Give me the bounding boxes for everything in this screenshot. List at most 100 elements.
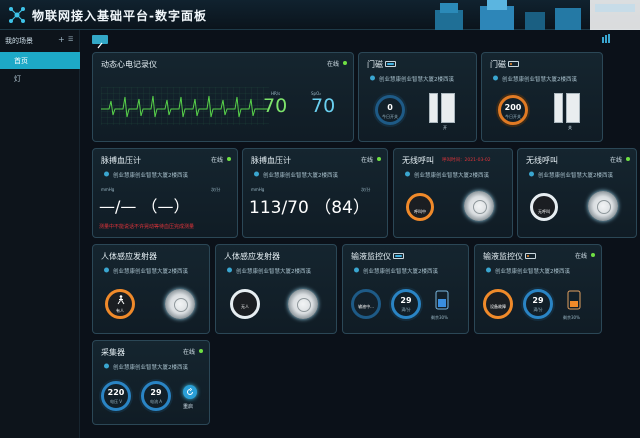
infusion-status-ring: 输液中...	[351, 289, 381, 319]
iv-bag-icon	[435, 290, 449, 310]
call-status-label: 呼叫中	[414, 209, 426, 214]
sidebar-item-home[interactable]: 首页	[0, 52, 80, 69]
card-blood-pressure-1[interactable]: 脉搏血压计 在线 创业慧康创业智慧大厦2楼西溪 mmHg 次/分 —/— （—）…	[92, 148, 238, 238]
card-motion-sensor-1[interactable]: 人体感应发射器 创业慧康创业智慧大厦2楼西溪 有人	[92, 244, 210, 334]
door-sensor-illustration	[429, 93, 438, 123]
call-status-ring: 无呼叫	[530, 193, 558, 221]
open-count-ring: 200 今日开关	[498, 95, 528, 125]
unit-mmhg: mmHg	[101, 187, 115, 192]
status-text: 在线	[210, 157, 223, 164]
edit-button[interactable]	[92, 35, 108, 49]
card-infusion-monitor-1[interactable]: 输液监控仪 创业慧康创业智慧大厦2楼西溪 输液中... 29 滴/分 剩余30%	[342, 244, 469, 334]
battery-level	[387, 63, 394, 65]
toolbar	[92, 34, 640, 49]
location-text: 创业慧康创业智慧大厦2楼西溪	[379, 77, 455, 83]
card-title: 门磁	[367, 60, 383, 69]
battery-icon	[385, 61, 396, 67]
call-alert-text: 呼叫时间：2021-03-02	[442, 158, 491, 163]
card-infusion-monitor-2[interactable]: 输液监控仪 在线 创业慧康创业智慧大厦2楼西溪 设备故障 29 滴/分 剩余30…	[474, 244, 602, 334]
door-sensor-illustration	[554, 93, 563, 123]
drip-rate: 29	[532, 296, 544, 305]
location-icon	[354, 267, 359, 273]
drip-unit: 滴/分	[401, 307, 411, 312]
sidebar-title: 我的场景	[5, 37, 33, 45]
status-text: 在线	[326, 61, 339, 68]
location-icon	[254, 171, 259, 177]
location-text: 创业慧康创业智慧大厦2楼西溪	[495, 269, 571, 275]
location-text: 创业慧康创业智慧大厦2楼西溪	[414, 173, 490, 179]
card-door-sensor-1[interactable]: 门磁 创业慧康创业智慧大厦2楼西溪 0 今日开关 开	[358, 52, 477, 142]
card-title: 输液监控仪	[483, 252, 523, 261]
app-header: 物联网接入基础平台-数字面板	[0, 0, 640, 30]
card-title: 输液监控仪	[351, 252, 391, 261]
status-text: 在线	[609, 157, 622, 164]
presence-label: 有人	[116, 308, 124, 313]
location-icon	[370, 75, 375, 81]
card-title: 脉搏血压计	[251, 156, 291, 165]
location-text: 创业慧康创业智慧大厦2楼西溪	[363, 269, 439, 275]
door-sensor-illustration	[441, 93, 455, 123]
layout-grid-icon[interactable]	[602, 34, 611, 43]
infusion-status-ring: 设备故障	[483, 289, 513, 319]
restart-button[interactable]	[183, 385, 197, 399]
location-text: 创业慧康创业智慧大厦2楼西溪	[113, 173, 189, 179]
motion-sensor-illustration	[288, 289, 318, 319]
open-count-ring: 0 今日开关	[375, 95, 405, 125]
presence-ring: 有人	[105, 289, 135, 319]
call-status-ring: 呼叫中	[406, 193, 434, 221]
unit-mmhg: mmHg	[251, 187, 265, 192]
battery-level	[510, 63, 512, 65]
location-icon	[493, 75, 498, 81]
menu-icon[interactable]: ☰	[68, 36, 73, 43]
card-motion-sensor-2[interactable]: 人体感应发射器 创业慧康创业智慧大厦2楼西溪 无人	[215, 244, 337, 334]
location-text: 创业慧康创业智慧大厦2楼西溪	[538, 173, 614, 179]
card-door-sensor-2[interactable]: 门磁 创业慧康创业智慧大厦2楼西溪 200 今日开关 关	[481, 52, 603, 142]
battery-icon	[525, 253, 536, 259]
door-sensor-illustration	[566, 93, 580, 123]
card-title: 人体感应发射器	[101, 252, 157, 261]
header-city-illustration	[435, 0, 640, 30]
sidebar-header: 我的场景 + ☰	[0, 34, 80, 50]
online-dot	[591, 253, 595, 257]
card-title: 采集器	[101, 348, 125, 357]
card-title: 门磁	[490, 60, 506, 69]
spo2-value: 70	[311, 95, 336, 117]
card-title: 动态心电记录仪	[101, 60, 157, 69]
battery-level	[527, 255, 529, 257]
sidebar: 我的场景 + ☰ 首页 灯	[0, 30, 80, 438]
card-ecg[interactable]: 动态心电记录仪 在线 HR/s 70 SpO₂ 70	[92, 52, 354, 142]
location-text: 创业慧康创业智慧大厦2楼西溪	[113, 269, 189, 275]
location-icon	[486, 267, 491, 273]
app-title: 物联网接入基础平台-数字面板	[32, 9, 207, 23]
card-collector[interactable]: 采集器 在线 创业慧康创业智慧大厦2楼西溪 220 电压 V 29 电流 A 重…	[92, 340, 210, 425]
call-button-illustration	[464, 191, 494, 221]
online-dot	[227, 157, 231, 161]
hr-value: 70	[263, 95, 288, 117]
battery-icon	[393, 253, 404, 259]
card-blood-pressure-2[interactable]: 脉搏血压计 在线 创业慧康创业智慧大厦2楼西溪 mmHg 次/分 113/70 …	[242, 148, 388, 238]
call-status-label: 无呼叫	[538, 209, 550, 214]
ring-label: 今日开关	[505, 114, 521, 119]
add-scene-button[interactable]: +	[58, 35, 65, 44]
sidebar-item-light[interactable]: 灯	[0, 70, 80, 87]
motion-sensor-illustration	[165, 289, 195, 319]
card-wireless-call-1[interactable]: 无线呼叫 呼叫时间：2021-03-02 创业慧康创业智慧大厦2楼西溪 呼叫中	[393, 148, 513, 238]
card-title: 脉搏血压计	[101, 156, 141, 165]
status-text: 在线	[182, 349, 195, 356]
bp-value: 113/70 （84）	[249, 198, 370, 218]
ring-value: 0	[387, 103, 393, 112]
location-icon	[104, 171, 109, 177]
drip-rate-ring: 29 滴/分	[523, 289, 553, 319]
infusion-status-label: 输液中...	[358, 304, 374, 309]
location-icon	[104, 363, 109, 369]
location-icon	[529, 171, 534, 177]
pencil-icon	[97, 42, 103, 49]
location-text: 创业慧康创业智慧大厦2楼西溪	[113, 365, 189, 371]
drip-unit: 滴/分	[533, 307, 543, 312]
location-text: 创业慧康创业智慧大厦2楼西溪	[502, 77, 578, 83]
online-dot	[199, 349, 203, 353]
current-ring: 29 电流 A	[141, 381, 171, 411]
status-text: 在线	[574, 253, 587, 260]
refresh-icon	[187, 388, 193, 395]
card-wireless-call-2[interactable]: 无线呼叫 在线 创业慧康创业智慧大厦2楼西溪 无呼叫	[517, 148, 637, 238]
